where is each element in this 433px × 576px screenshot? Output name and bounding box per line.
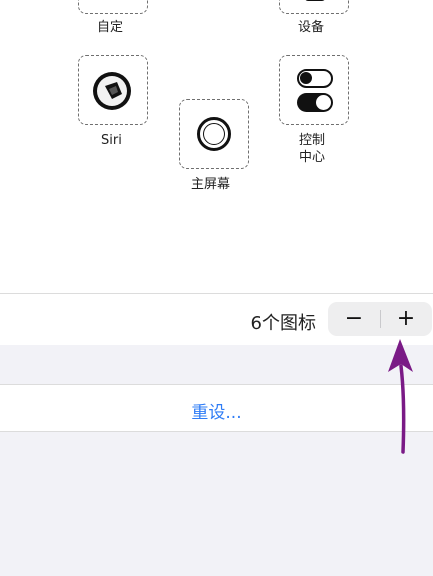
reset-row: 重设... xyxy=(0,385,433,431)
home-label: 主屏幕 xyxy=(191,177,231,192)
section-gap xyxy=(0,345,433,385)
siri-label: Siri xyxy=(101,133,122,148)
device-label: 设备 xyxy=(298,20,325,35)
control-center-label-line1: 控制 xyxy=(299,133,326,148)
increment-button[interactable]: + xyxy=(380,302,432,336)
control-center-slot[interactable] xyxy=(279,55,349,125)
control-center-label-line2: 中心 xyxy=(299,150,326,165)
device-icon xyxy=(305,0,325,1)
custom-label: 自定 xyxy=(97,20,124,35)
assistive-touch-customize-screen: 自定 设备 Siri 主屏幕 控制 中心 6个图标 − + 重设... xyxy=(0,0,433,576)
decrement-button[interactable]: − xyxy=(328,302,380,336)
custom-slot[interactable] xyxy=(78,0,148,14)
icon-count-row: 6个图标 − + xyxy=(0,294,433,344)
device-slot[interactable] xyxy=(279,0,349,14)
reset-button[interactable]: 重设... xyxy=(0,398,433,423)
home-slot[interactable] xyxy=(179,99,249,169)
siri-slot[interactable] xyxy=(78,55,148,125)
bottom-background xyxy=(0,432,433,576)
siri-icon xyxy=(93,72,131,110)
toggles-icon xyxy=(297,69,333,113)
icon-count-stepper[interactable]: − + xyxy=(328,302,432,336)
home-button-icon xyxy=(197,117,231,151)
icon-count-label: 6个图标 xyxy=(250,313,316,334)
